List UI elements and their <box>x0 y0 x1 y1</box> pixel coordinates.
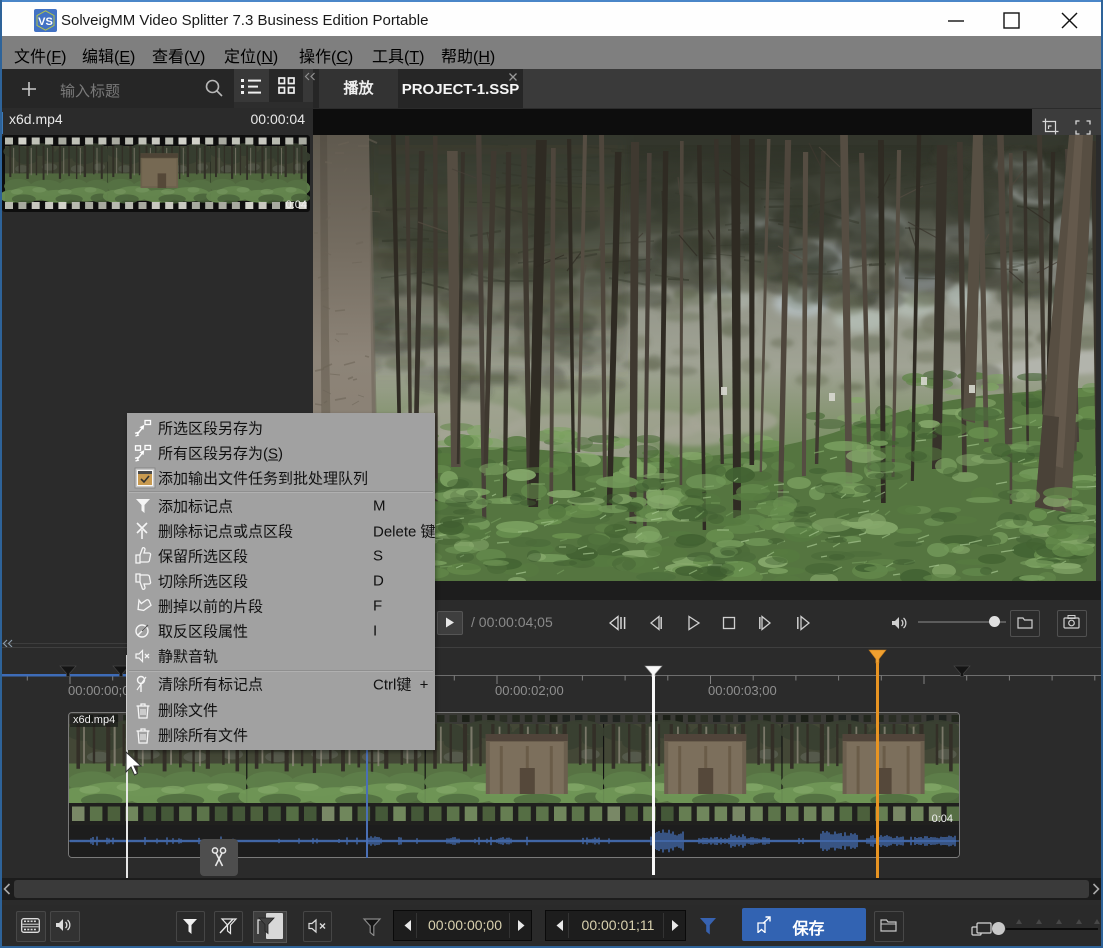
svg-text:00:00:03;00: 00:00:03;00 <box>708 683 777 698</box>
svg-text:00:00:02;00: 00:00:02;00 <box>495 683 564 698</box>
svg-text:0:04: 0:04 <box>286 199 307 211</box>
svg-text:VS: VS <box>38 16 53 28</box>
svg-text:0:04: 0:04 <box>932 813 953 825</box>
